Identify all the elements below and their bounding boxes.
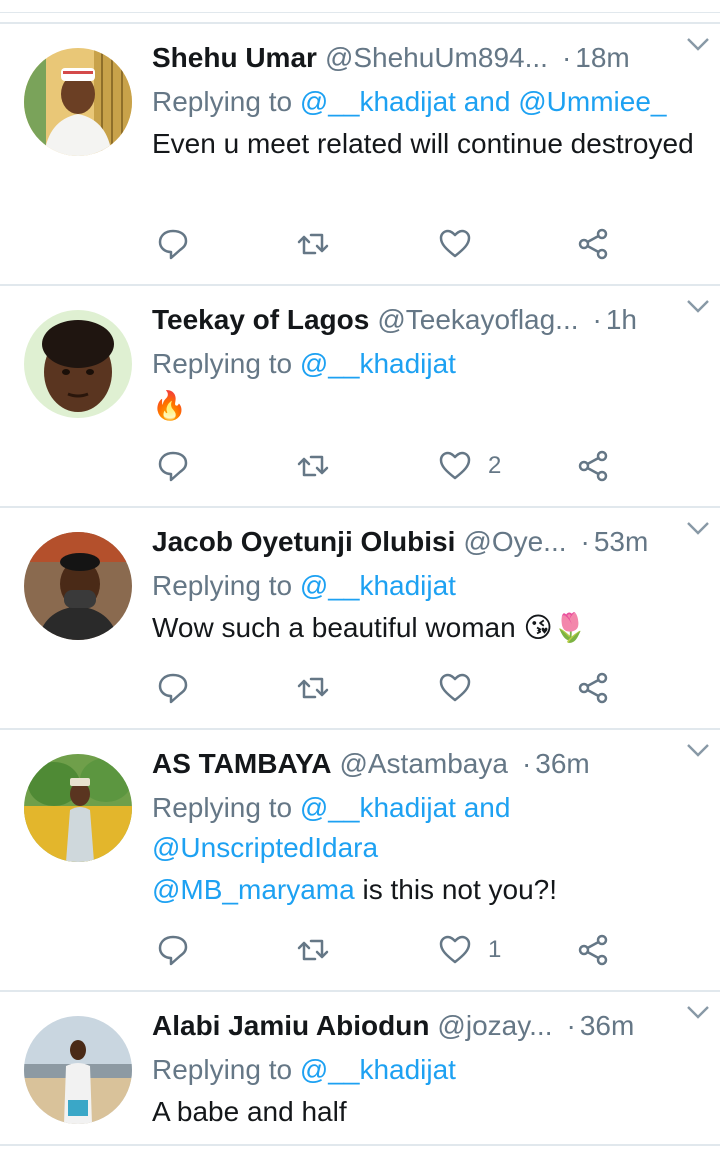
timestamp[interactable]: 36m <box>535 748 589 780</box>
replying-to-mentions[interactable]: @__khadijat <box>300 348 456 379</box>
timestamp[interactable]: 53m <box>594 526 648 558</box>
retweet-icon <box>297 233 329 255</box>
replying-to-mentions[interactable]: @__khadijat and @Ummiee_ <box>300 86 667 117</box>
share-icon <box>578 934 608 966</box>
reply-icon <box>158 935 188 966</box>
reply-icon <box>158 673 188 704</box>
tweet-text: is this not you?! <box>354 874 558 905</box>
author-handle[interactable]: @Teekayoflag... <box>377 304 578 336</box>
retweet-icon <box>297 677 329 699</box>
like-icon <box>439 229 471 258</box>
separator-dot: · <box>566 1010 576 1041</box>
like-button[interactable]: 1 <box>438 930 501 970</box>
replying-to: Replying to @__khadijat <box>152 344 700 384</box>
author-name[interactable]: Alabi Jamiu Abiodun <box>152 1010 429 1042</box>
timestamp[interactable]: 1h <box>606 304 637 336</box>
author-handle[interactable]: @Astambaya <box>339 748 508 780</box>
tweet-mention[interactable]: @MB_maryama <box>152 874 355 905</box>
like-icon <box>439 451 471 480</box>
share-button[interactable] <box>576 446 610 486</box>
share-icon <box>578 450 608 482</box>
author-name[interactable]: AS TAMBAYA <box>152 748 331 780</box>
avatar[interactable] <box>24 754 132 862</box>
replying-to: Replying to @__khadijat <box>152 566 700 606</box>
chevron-down-icon[interactable] <box>684 740 712 760</box>
like-count: 1 <box>488 936 502 963</box>
chevron-down-icon[interactable] <box>684 34 712 54</box>
replying-prefix: Replying to <box>152 570 293 601</box>
tweet[interactable]: AS TAMBAYA @Astambaya · 36m Replying to … <box>0 728 720 990</box>
tweet[interactable]: Teekay of Lagos @Teekayoflag... · 1h Rep… <box>0 284 720 506</box>
top-divider <box>0 12 720 13</box>
tweet-text: Even u meet related will continue destro… <box>152 128 694 159</box>
replying-to-mentions[interactable]: @__khadijat <box>300 570 456 601</box>
author-name[interactable]: Jacob Oyetunji Olubisi <box>152 526 455 558</box>
replying-prefix: Replying to <box>152 86 293 117</box>
retweet-button[interactable] <box>296 224 330 264</box>
reply-feed: Shehu Umar @ShehuUm894... · 18m Replying… <box>0 22 720 1146</box>
avatar[interactable] <box>24 1016 132 1124</box>
like-button[interactable]: 2 <box>438 446 501 486</box>
retweet-button[interactable] <box>296 446 330 486</box>
separator-dot: · <box>580 526 590 557</box>
like-icon <box>439 673 471 702</box>
share-button[interactable] <box>576 930 610 970</box>
replying-to: Replying to @__khadijat and @Ummiee_ <box>152 82 700 122</box>
tweet-text-line: @MB_maryama is this not you?! <box>152 870 700 910</box>
like-count: 2 <box>488 452 502 479</box>
tweet-text: Wow such a beautiful woman 😘🌷 <box>152 612 588 643</box>
reply-icon <box>158 451 188 482</box>
retweet-button[interactable] <box>296 930 330 970</box>
separator-dot: · <box>561 42 572 73</box>
author-handle[interactable]: @Oye... <box>463 526 566 558</box>
avatar[interactable] <box>24 48 132 156</box>
tweet[interactable]: Jacob Oyetunji Olubisi @Oye... · 53m Rep… <box>0 506 720 728</box>
chevron-down-icon[interactable] <box>684 296 712 316</box>
chevron-down-icon[interactable] <box>684 1002 712 1022</box>
reply-button[interactable] <box>156 930 190 970</box>
replying-to: Replying to @__khadijat <box>152 1050 700 1090</box>
tweet-actions <box>156 224 626 264</box>
retweet-icon <box>297 939 329 961</box>
tweet-actions: 2 <box>156 446 626 486</box>
share-button[interactable] <box>576 668 610 708</box>
like-button[interactable] <box>438 668 488 708</box>
replying-to-mentions[interactable]: @__khadijat <box>300 1054 456 1085</box>
timestamp[interactable]: 36m <box>580 1010 634 1042</box>
separator-dot: · <box>592 304 602 335</box>
replying-prefix: Replying to <box>152 792 293 823</box>
reply-icon <box>158 229 188 260</box>
share-button[interactable] <box>576 224 610 264</box>
author-name[interactable]: Shehu Umar <box>152 42 317 74</box>
replying-to: Replying to @__khadijat and @UnscriptedI… <box>152 788 552 868</box>
chevron-down-icon[interactable] <box>684 518 712 538</box>
reply-button[interactable] <box>156 224 190 264</box>
tweet-text: A babe and half <box>152 1096 347 1127</box>
reply-button[interactable] <box>156 668 190 708</box>
like-button[interactable] <box>438 224 488 264</box>
tweet[interactable]: Shehu Umar @ShehuUm894... · 18m Replying… <box>0 22 720 284</box>
tweet-actions <box>156 668 626 708</box>
author-handle[interactable]: @ShehuUm894... <box>325 42 548 74</box>
share-icon <box>578 672 608 704</box>
avatar[interactable] <box>24 310 132 418</box>
author-name[interactable]: Teekay of Lagos <box>152 304 369 336</box>
reply-button[interactable] <box>156 446 190 486</box>
avatar[interactable] <box>24 532 132 640</box>
tweet[interactable]: Alabi Jamiu Abiodun @jozay... · 36m Repl… <box>0 990 720 1146</box>
author-handle[interactable]: @jozay... <box>437 1010 552 1042</box>
separator-dot: · <box>521 748 532 779</box>
tweet-actions: 1 <box>156 930 626 970</box>
like-icon <box>439 935 471 964</box>
replying-prefix: Replying to <box>152 348 293 379</box>
retweet-icon <box>297 455 329 477</box>
tweet-text: 🔥 <box>152 390 187 421</box>
retweet-button[interactable] <box>296 668 330 708</box>
replying-prefix: Replying to <box>152 1054 293 1085</box>
share-icon <box>578 228 608 260</box>
timestamp[interactable]: 18m <box>575 42 629 74</box>
